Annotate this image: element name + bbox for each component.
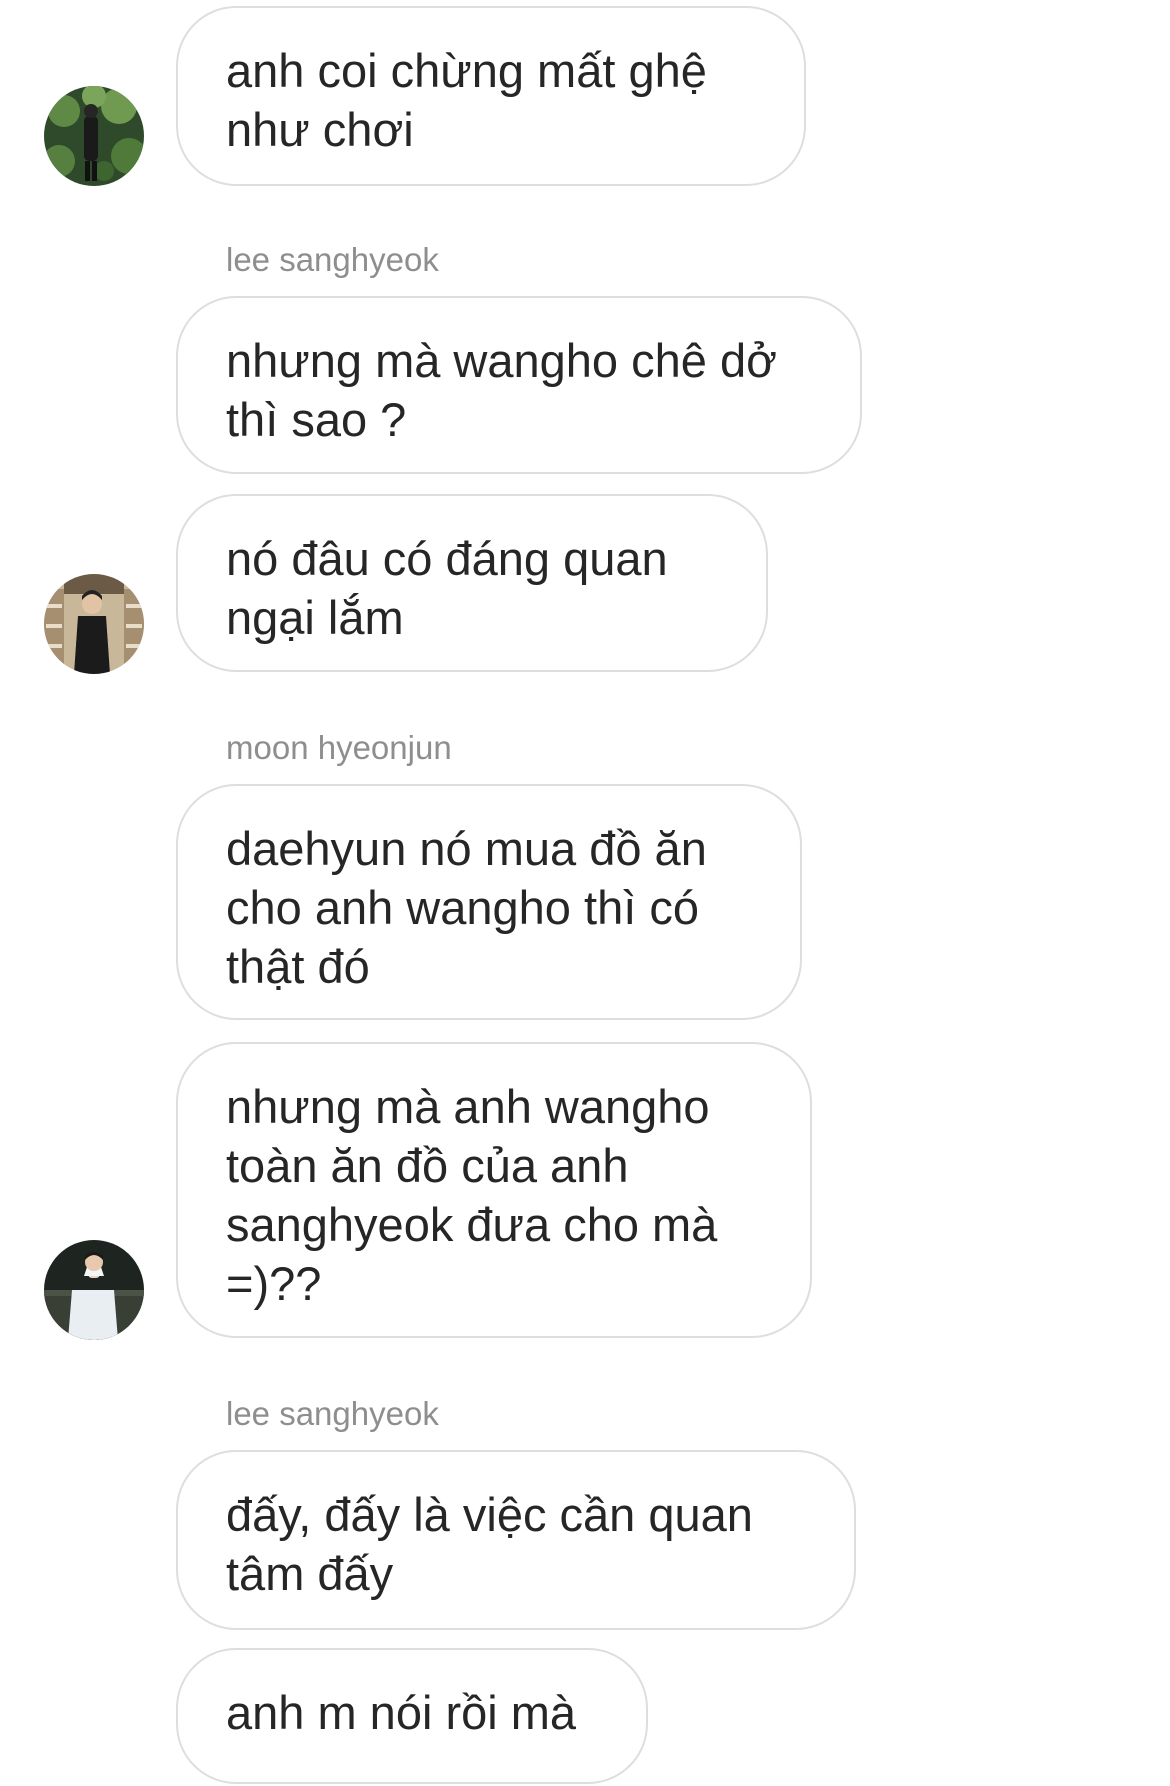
message-bubble[interactable]: nó đâu có đáng quan ngại lắm bbox=[176, 494, 768, 672]
sender-name: lee sanghyeok bbox=[226, 241, 439, 278]
message-bubble[interactable]: nhưng mà wangho chê dở thì sao ? bbox=[176, 296, 862, 474]
chat-thread: anh coi chừng mất ghệ như chơi lee sangh… bbox=[0, 0, 1170, 1786]
sender-name: moon hyeonjun bbox=[226, 729, 452, 766]
message-bubble[interactable]: anh m nói rồi mà bbox=[176, 1648, 648, 1784]
message-bubble[interactable]: anh coi chừng mất ghệ như chơi bbox=[176, 6, 806, 186]
message-bubble[interactable]: daehyun nó mua đồ ăn cho anh wangho thì … bbox=[176, 784, 802, 1020]
avatar[interactable] bbox=[44, 574, 144, 674]
message-bubble[interactable]: nhưng mà anh wangho toàn ăn đồ của anh s… bbox=[176, 1042, 812, 1338]
avatar[interactable] bbox=[44, 1240, 144, 1340]
avatar-photo-icon bbox=[44, 1240, 144, 1340]
sender-name: lee sanghyeok bbox=[226, 1395, 439, 1432]
avatar-photo-icon bbox=[44, 86, 144, 186]
avatar[interactable] bbox=[44, 86, 144, 186]
avatar-photo-icon bbox=[44, 574, 144, 674]
message-bubble[interactable]: đấy, đấy là việc cần quan tâm đấy bbox=[176, 1450, 856, 1630]
